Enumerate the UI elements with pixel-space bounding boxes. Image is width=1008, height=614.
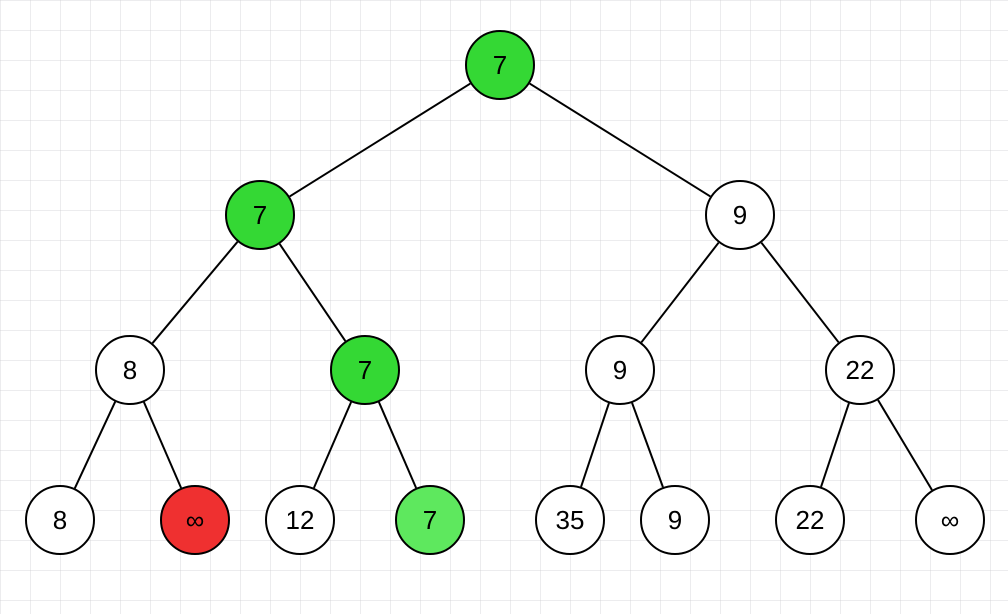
tree-node: 7 bbox=[225, 180, 295, 250]
tree-node-label: 8 bbox=[123, 355, 137, 386]
tree-edge bbox=[75, 402, 115, 489]
tree-node: 7 bbox=[465, 30, 535, 100]
tree-node-label: 12 bbox=[286, 505, 315, 536]
tree-edge bbox=[280, 244, 346, 341]
tree-node: 9 bbox=[585, 335, 655, 405]
tree-edge bbox=[581, 403, 609, 487]
tree-edge bbox=[379, 402, 416, 488]
tree-node: 22 bbox=[775, 485, 845, 555]
tree-edge bbox=[290, 84, 471, 197]
tree-node-label: 35 bbox=[556, 505, 585, 536]
tree-edge bbox=[878, 400, 932, 490]
tree-node-label: 22 bbox=[796, 505, 825, 536]
tree-node: 7 bbox=[330, 335, 400, 405]
tree-edge bbox=[144, 402, 181, 488]
tree-node-label: 7 bbox=[358, 355, 372, 386]
tree-node-label: 9 bbox=[733, 200, 747, 231]
tree-node: 8 bbox=[25, 485, 95, 555]
tree-edge bbox=[314, 402, 351, 488]
tree-node-label: 7 bbox=[253, 200, 267, 231]
tree-node-label: 7 bbox=[493, 50, 507, 81]
tree-edge bbox=[641, 243, 718, 343]
tree-node-label: 9 bbox=[668, 505, 682, 536]
tree-node-label: ∞ bbox=[941, 505, 960, 536]
tree-node: 35 bbox=[535, 485, 605, 555]
tree-node: 9 bbox=[640, 485, 710, 555]
tree-node: ∞ bbox=[915, 485, 985, 555]
tree-node-label: ∞ bbox=[186, 505, 205, 536]
tree-node: 22 bbox=[825, 335, 895, 405]
tree-node-label: 8 bbox=[53, 505, 67, 536]
tree-node: 7 bbox=[395, 485, 465, 555]
tree-node-label: 22 bbox=[846, 355, 875, 386]
tree-node-label: 7 bbox=[423, 505, 437, 536]
tree-node: ∞ bbox=[160, 485, 230, 555]
tree-node: 8 bbox=[95, 335, 165, 405]
tree-edge bbox=[821, 403, 849, 487]
tree-node: 12 bbox=[265, 485, 335, 555]
tree-node: 9 bbox=[705, 180, 775, 250]
tree-node-label: 9 bbox=[613, 355, 627, 386]
tree-edge bbox=[761, 243, 838, 343]
tree-edge bbox=[632, 403, 663, 487]
tree-edge bbox=[530, 84, 711, 197]
tree-edge bbox=[152, 242, 237, 343]
